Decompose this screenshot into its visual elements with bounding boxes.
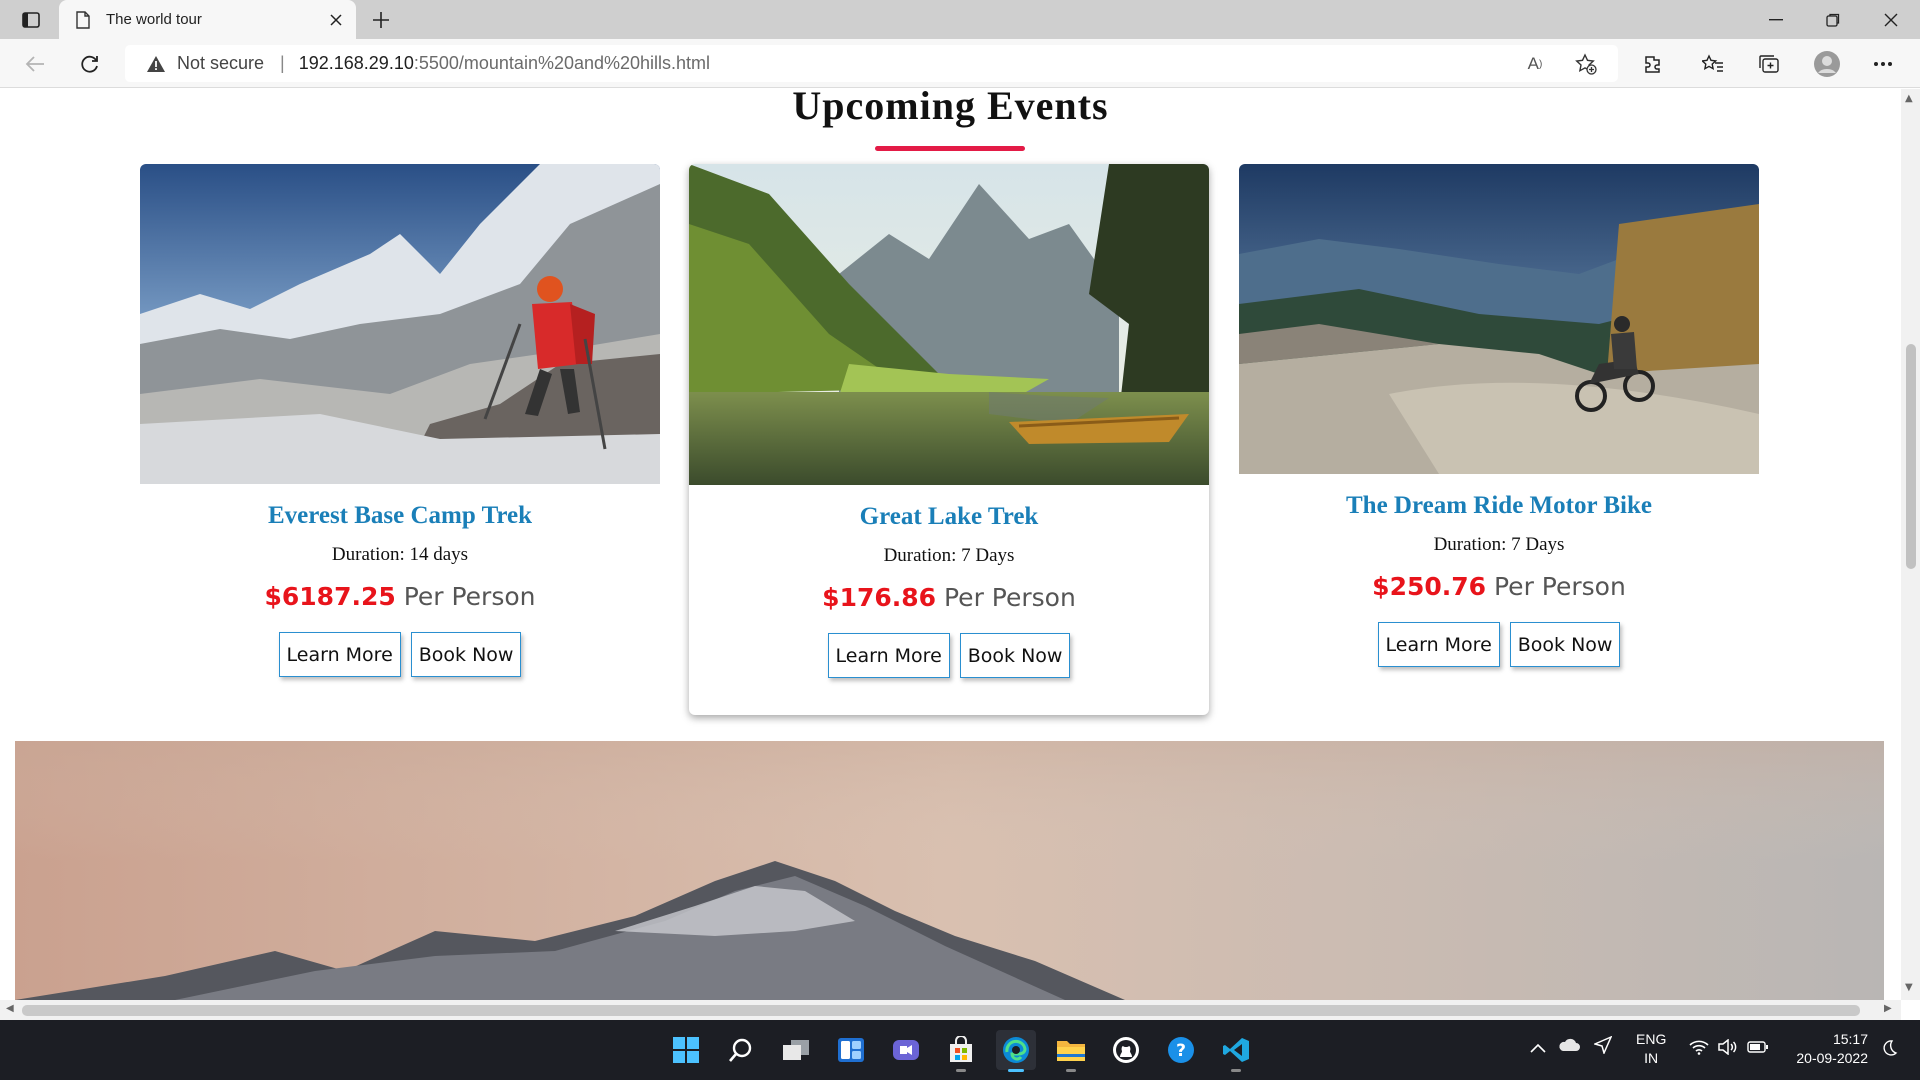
- microsoft-store-icon[interactable]: [941, 1030, 981, 1072]
- edge-icon[interactable]: [996, 1030, 1036, 1072]
- learn-more-button[interactable]: Learn More: [1377, 622, 1500, 667]
- region-label: IN: [1644, 1050, 1659, 1066]
- event-price-row: $6187.25 Per Person: [140, 582, 660, 611]
- clock-time: 15:17: [1832, 1031, 1868, 1047]
- add-favorite-icon[interactable]: [1572, 51, 1600, 77]
- running-indicator: [1066, 1069, 1076, 1072]
- chat-icon[interactable]: [886, 1030, 926, 1070]
- card-actions: Learn More Book Now: [1239, 622, 1759, 667]
- language-label: ENG: [1636, 1031, 1667, 1047]
- card-actions: Learn More Book Now: [140, 632, 660, 677]
- profile-avatar-icon[interactable]: [1812, 49, 1842, 79]
- vertical-scroll-thumb[interactable]: [1906, 344, 1916, 569]
- favorites-icon[interactable]: [1698, 49, 1728, 79]
- extensions-icon[interactable]: [1638, 49, 1668, 79]
- everest-trek-image: [140, 164, 660, 484]
- widgets-icon[interactable]: [831, 1030, 871, 1070]
- close-window-icon[interactable]: [1871, 6, 1911, 34]
- notifications-moon-icon[interactable]: [1880, 1039, 1898, 1062]
- windows-start-icon[interactable]: [666, 1030, 706, 1070]
- url-host: 192.168.29.10: [298, 53, 414, 73]
- url-path: :5500/mountain%20and%20hills.html: [413, 53, 711, 73]
- clock[interactable]: 15:17 20-09-2022: [1788, 1030, 1868, 1068]
- scroll-down-arrow-icon[interactable]: ▼: [1905, 982, 1913, 993]
- motor-bike-image: [1239, 164, 1759, 474]
- onedrive-cloud-icon[interactable]: [1558, 1038, 1580, 1057]
- scroll-up-arrow-icon[interactable]: ▲: [1905, 93, 1913, 104]
- clock-date: 20-09-2022: [1796, 1050, 1868, 1066]
- price-unit: Per Person: [1494, 572, 1626, 601]
- price-unit: Per Person: [403, 582, 536, 611]
- page-icon: [74, 10, 92, 30]
- vscode-icon[interactable]: [1216, 1030, 1256, 1072]
- book-now-button[interactable]: Book Now: [959, 633, 1071, 678]
- book-now-button[interactable]: Book Now: [1509, 622, 1621, 667]
- active-indicator: [1008, 1069, 1024, 1072]
- mountain-hero-image: [15, 741, 1884, 1000]
- event-duration: Duration: 14 days: [331, 544, 469, 565]
- title-underline: [875, 146, 1025, 151]
- event-title[interactable]: Great Lake Trek: [689, 503, 1209, 531]
- learn-more-button[interactable]: Learn More: [278, 632, 401, 677]
- new-tab-icon[interactable]: [368, 8, 394, 32]
- volume-icon[interactable]: [1717, 1038, 1737, 1060]
- event-title[interactable]: The Dream Ride Motor Bike: [1239, 492, 1759, 520]
- restore-icon[interactable]: [1813, 6, 1853, 34]
- back-arrow-icon[interactable]: [20, 49, 50, 79]
- event-duration: Duration: 7 Days: [1433, 534, 1565, 555]
- windows-taskbar: ? ENG IN 15:17 20-09-2022: [0, 1020, 1920, 1080]
- language-indicator[interactable]: ENG IN: [1636, 1030, 1666, 1068]
- horizontal-scroll-thumb[interactable]: [22, 1005, 1860, 1016]
- tab-actions-icon[interactable]: [18, 8, 44, 32]
- task-view-icon[interactable]: [776, 1030, 816, 1070]
- svg-text:?: ?: [1176, 1041, 1186, 1061]
- book-now-button[interactable]: Book Now: [410, 632, 522, 677]
- wifi-icon[interactable]: [1689, 1039, 1709, 1060]
- event-price: $176.86: [822, 583, 937, 612]
- tab-title: The world tour: [106, 11, 202, 28]
- browser-toolbar: Not secure | 192.168.29.10:5500/mountain…: [0, 39, 1920, 88]
- event-price-row: $176.86 Per Person: [689, 583, 1209, 612]
- event-title[interactable]: Everest Base Camp Trek: [140, 502, 660, 530]
- section-title: Upcoming Events: [792, 89, 1109, 128]
- read-aloud-icon[interactable]: A): [1522, 51, 1548, 77]
- event-price-row: $250.76 Per Person: [1239, 572, 1759, 601]
- help-icon[interactable]: ?: [1161, 1030, 1201, 1070]
- minimize-icon[interactable]: [1756, 6, 1796, 34]
- collections-icon[interactable]: [1754, 49, 1784, 79]
- more-options-icon[interactable]: [1868, 49, 1898, 79]
- price-unit: Per Person: [944, 583, 1076, 612]
- github-icon[interactable]: [1106, 1030, 1146, 1070]
- page-viewport: Upcoming Events Everest Base Camp Trek D…: [0, 89, 1901, 1000]
- event-card-great-lake: Great Lake Trek Duration: 7 Days $176.86…: [689, 164, 1209, 715]
- security-label[interactable]: Not secure: [177, 53, 264, 74]
- battery-icon[interactable]: [1747, 1040, 1769, 1058]
- event-duration: Duration: 7 Days: [883, 545, 1015, 566]
- browser-tab-bar: The world tour: [0, 0, 1920, 39]
- event-price: $250.76: [1372, 572, 1487, 601]
- event-card-everest: Everest Base Camp Trek Duration: 14 days…: [140, 164, 660, 677]
- file-explorer-icon[interactable]: [1051, 1030, 1091, 1072]
- running-indicator: [1231, 1069, 1241, 1072]
- address-bar[interactable]: Not secure | 192.168.29.10:5500/mountain…: [125, 45, 1618, 82]
- search-icon[interactable]: [721, 1030, 761, 1070]
- horizontal-scrollbar[interactable]: ◀ ▶: [0, 1000, 1901, 1020]
- scroll-left-arrow-icon[interactable]: ◀: [6, 1003, 14, 1014]
- learn-more-button[interactable]: Learn More: [827, 633, 950, 678]
- great-lake-image: [689, 164, 1209, 485]
- event-price: $6187.25: [264, 582, 396, 611]
- show-hidden-icons-icon[interactable]: [1530, 1040, 1546, 1058]
- refresh-icon[interactable]: [75, 49, 105, 79]
- browser-tab[interactable]: The world tour: [59, 0, 356, 39]
- scroll-right-arrow-icon[interactable]: ▶: [1884, 1003, 1892, 1014]
- card-actions: Learn More Book Now: [689, 633, 1209, 678]
- event-card-dream-ride: The Dream Ride Motor Bike Duration: 7 Da…: [1239, 164, 1759, 667]
- vertical-scrollbar[interactable]: ▲ ▼: [1901, 89, 1920, 1000]
- location-arrow-icon[interactable]: [1592, 1035, 1613, 1059]
- address-separator: |: [280, 53, 285, 73]
- close-tab-icon[interactable]: [326, 10, 346, 30]
- warning-icon[interactable]: [145, 54, 167, 74]
- running-indicator: [956, 1069, 966, 1072]
